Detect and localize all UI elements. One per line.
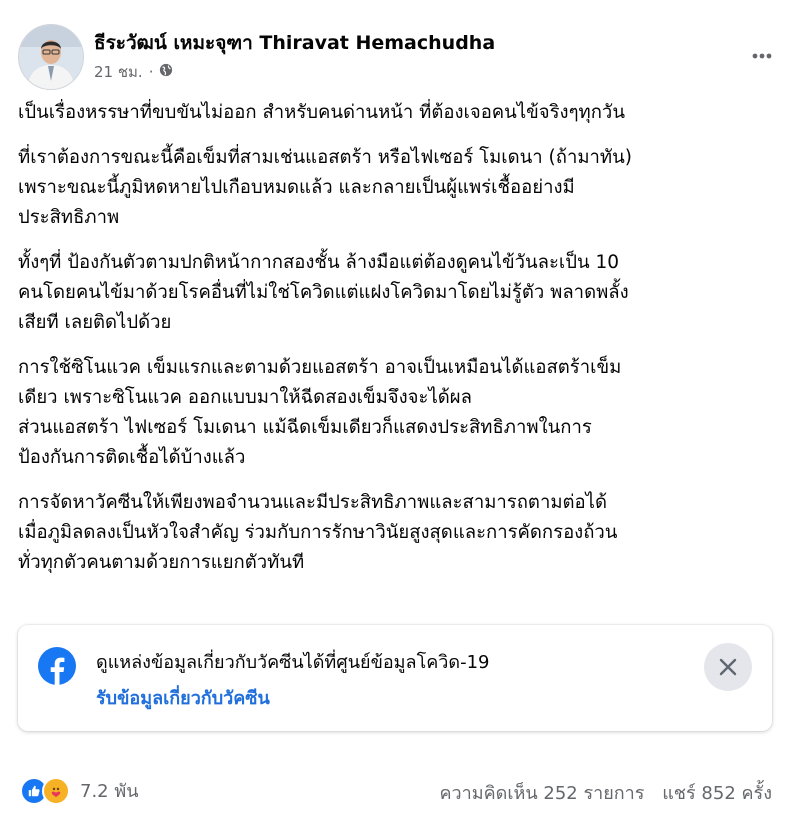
post-paragraph: ที่เราต้องการขณะนี้คือเข็มที่สามเช่นแอสต… (18, 147, 632, 228)
post-meta: 21 ชม. · (94, 60, 173, 84)
more-icon (752, 53, 772, 59)
care-icon (42, 776, 70, 805)
post-header: ธีระวัฒน์ เหมะจุฑา Thiravat Hemachudha 2… (18, 24, 782, 90)
info-card-text: ดูแหล่งข้อมูลเกี่ยวกับวัคซีนได้ที่ศูนย์ข… (96, 652, 490, 673)
comments-count[interactable]: ความคิดเห็น 252 รายการ (439, 783, 644, 804)
close-card-button[interactable] (704, 643, 752, 691)
post-paragraph: ทั้งๆที่ ป้องกันตัวตามปกติหน้ากากสองชั้น… (18, 252, 629, 333)
globe-icon (159, 63, 173, 81)
vaccine-info-link[interactable]: รับข้อมูลเกี่ยวกับวัคซีน (96, 683, 270, 712)
post-paragraph: การใช้ซิโนแวค เข็มแรกและตามด้วยแอสตร้า อ… (18, 357, 622, 468)
post-paragraph: เป็นเรื่องหรรษาที่ขบขันไม่ออก สำหรับคนด่… (18, 102, 625, 123)
post-paragraph: การจัดหาวัคซีนให้เพียงพอจำนวนและมีประสิท… (18, 492, 618, 573)
author-name[interactable]: ธีระวัฒน์ เหมะจุฑา Thiravat Hemachudha (94, 28, 495, 58)
post-footer: 7.2 พัน ความคิดเห็น 252 รายการ แชร์ 852 … (18, 774, 772, 810)
more-options-button[interactable] (742, 36, 782, 76)
reactions-summary[interactable]: 7.2 พัน (20, 776, 139, 805)
close-icon (719, 658, 737, 676)
post-time[interactable]: 21 ชม. (94, 60, 143, 84)
reaction-count[interactable]: 7.2 พัน (80, 776, 139, 805)
shares-count[interactable]: แชร์ 852 ครั้ง (662, 783, 772, 804)
facebook-logo-icon (38, 647, 76, 685)
covid-info-card: ดูแหล่งข้อมูลเกี่ยวกับวัคซีนได้ที่ศูนย์ข… (18, 625, 772, 731)
author-avatar[interactable] (18, 24, 84, 90)
post-body: เป็นเรื่องหรรษาที่ขบขันไม่ออก สำหรับคนด่… (18, 98, 784, 593)
engagement-stats: ความคิดเห็น 252 รายการ แชร์ 852 ครั้ง (439, 778, 772, 807)
